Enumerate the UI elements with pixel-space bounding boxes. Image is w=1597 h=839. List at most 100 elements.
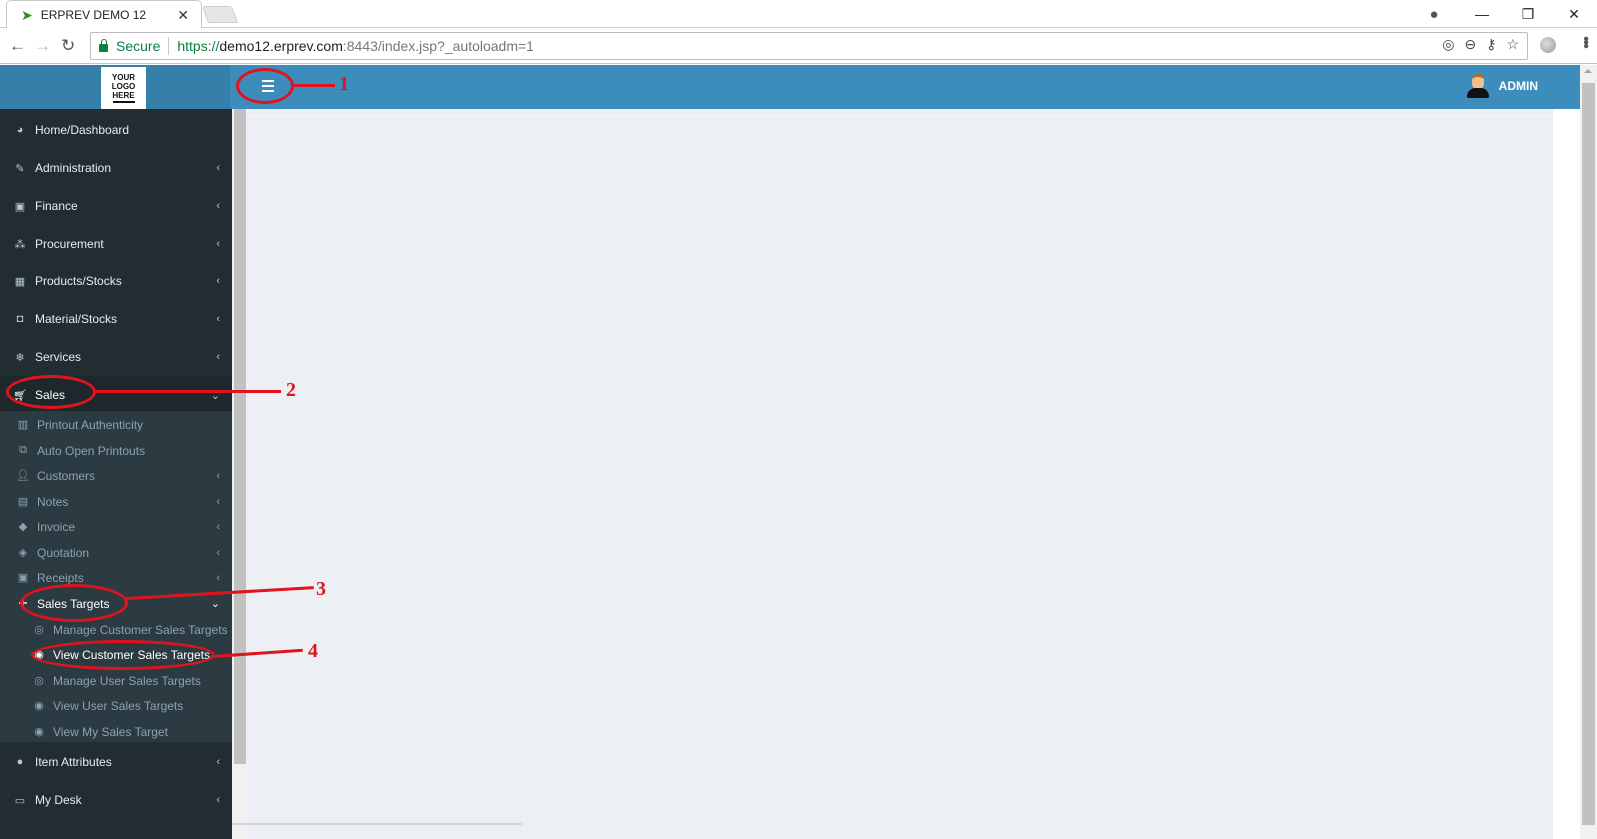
reload-button[interactable]: ↻ (61, 36, 75, 56)
sidebar-item-label: Procurement (35, 237, 104, 251)
sidebar-item-procurement[interactable]: ⁂ Procurement ‹ (0, 225, 232, 263)
sidebar-scrollbar[interactable] (232, 109, 248, 839)
restore-button[interactable]: ❐ (1505, 6, 1551, 23)
key-icon[interactable]: ⚷ (1486, 36, 1496, 53)
dashboard-icon: ◕ (16, 124, 24, 136)
submenu-item-receipts[interactable]: ▣ Receipts ‹ (0, 565, 232, 590)
money-icon: ▣ (14, 200, 26, 213)
file-text-icon: ▤ (17, 496, 29, 508)
chevron-left-icon: ‹ (216, 520, 220, 533)
top-navbar: YOUR LOGO HERE ADMIN (0, 65, 1580, 109)
submenu-item-label: Notes (37, 494, 69, 509)
close-tab-icon[interactable]: ✕ (177, 7, 189, 24)
sidebar-item-label: My Desk (35, 793, 82, 807)
sidebar-item-material-stocks[interactable]: ◘ Material/Stocks ‹ (0, 300, 232, 338)
submenu-item-view-customer-sales-targets[interactable]: ◉ View Customer Sales Targets (0, 642, 232, 667)
chevron-left-icon: ‹ (216, 546, 220, 559)
bucket-icon: ◘ (16, 313, 24, 325)
submenu-item-auto-open-printouts[interactable]: ⧉ Auto Open Printouts (0, 438, 232, 463)
chevron-left-icon: ‹ (216, 794, 220, 806)
sidebar-item-administration[interactable]: ✎ Administration ‹ (0, 149, 232, 187)
page-scrollbar[interactable] (1580, 65, 1597, 839)
zoom-out-icon[interactable]: ⊖ (1464, 36, 1476, 53)
sidebar-item-finance[interactable]: ▣ Finance ‹ (0, 187, 232, 225)
sidebar-item-sales[interactable]: 🛒︎ Sales ⌄ (0, 376, 232, 414)
location-icon[interactable]: ◎ (1442, 36, 1454, 53)
sidebar-item-home-dashboard[interactable]: ◕ Home/Dashboard (0, 111, 232, 149)
sidebar-item-services[interactable]: ❄ Services ‹ (0, 338, 232, 376)
chevron-left-icon: ‹ (216, 351, 220, 363)
logo-text-line: YOUR (111, 73, 136, 82)
chevron-left-icon: ‹ (216, 275, 220, 287)
submenu-item-manage-user-sales-targets[interactable]: ◎ Manage User Sales Targets (0, 668, 232, 693)
submenu-item-notes[interactable]: ▤ Notes ‹ (0, 489, 232, 514)
browser-menu-icon[interactable]: ••• (1576, 36, 1594, 47)
tag-icon: ◆ (18, 521, 28, 533)
submenu-item-view-my-sales-target[interactable]: ◉ View My Sales Target (0, 719, 232, 744)
chevron-left-icon: ‹ (216, 756, 220, 768)
dot-circle-icon: ◉ (34, 726, 44, 738)
minimize-button[interactable]: — (1459, 6, 1505, 22)
url-path: /index.jsp?_autoloadm=1 (377, 38, 534, 54)
profile-icon[interactable]: ● (1419, 6, 1449, 23)
submenu-item-quotation[interactable]: ◈ Quotation ‹ (0, 540, 232, 565)
sidebar-item-label: Administration (35, 161, 112, 175)
forward-button[interactable]: → (34, 36, 51, 56)
submenu-item-label: Quotation (37, 545, 90, 560)
barcode-icon: ▥ (17, 419, 29, 431)
sidebar: ◕ Home/Dashboard ✎ Administration ‹ ▣ Fi… (0, 109, 232, 839)
chevron-left-icon: ‹ (216, 495, 220, 508)
cart-icon: 🛒︎ (13, 389, 27, 402)
dot-circle-icon: ◉ (34, 700, 44, 712)
username: ADMIN (1498, 79, 1538, 93)
external-link-icon: ⧉ (19, 444, 27, 456)
chevron-left-icon: ‹ (216, 571, 220, 584)
dot-circle-icon: ◉ (34, 649, 44, 661)
submenu-item-view-user-sales-targets[interactable]: ◉ View User Sales Targets (0, 693, 232, 718)
sidebar-item-item-attributes[interactable]: ● Item Attributes ‹ (0, 743, 232, 781)
extension-icon[interactable] (1540, 37, 1556, 53)
logo-text-line: LOGO (111, 82, 136, 91)
sidebar-item-label: Finance (35, 199, 78, 213)
sidebar-item-label: Material/Stocks (35, 312, 118, 326)
page-scrollbar-thumb[interactable] (1582, 83, 1595, 825)
sidebar-item-products-stocks[interactable]: ▦ Products/Stocks ‹ (0, 262, 232, 300)
url-port: :8443 (342, 38, 378, 54)
submenu-item-manage-customer-sales-targets[interactable]: ◎ Manage Customer Sales Targets (0, 617, 232, 642)
logo-underline (112, 101, 135, 103)
logo[interactable]: YOUR LOGO HERE (101, 67, 146, 109)
submenu-item-customers[interactable]: 👤︎ Customers ‹ (0, 463, 232, 488)
sidebar-item-my-desk[interactable]: ▭ My Desk ‹ (0, 781, 232, 819)
new-tab-button[interactable] (201, 6, 239, 23)
sidebar-scrollbar-thumb[interactable] (234, 109, 246, 764)
submenu-item-label: Sales Targets (37, 596, 110, 611)
submenu-item-label: Auto Open Printouts (37, 443, 146, 458)
logo-area: YOUR LOGO HERE (0, 65, 230, 109)
lock-icon (99, 39, 108, 52)
secure-label: Secure (116, 38, 161, 54)
close-window-button[interactable]: ✕ (1551, 6, 1597, 23)
logo-text-line: HERE (112, 91, 135, 100)
back-button[interactable]: ← (9, 36, 26, 56)
app: YOUR LOGO HERE ADMIN ◕ Home/Dashboard ✎ … (0, 65, 1580, 839)
user-icon: 👤︎ (16, 470, 30, 482)
sidebar-item-label: Item Attributes (35, 755, 112, 769)
scroll-up-arrow-icon[interactable] (1584, 69, 1592, 73)
desktop-icon: ▭ (14, 794, 26, 807)
submenu-item-label: View Customer Sales Targets (53, 647, 210, 662)
browser-tab[interactable]: ➤ ERPREV DEMO 12 ✕ (6, 0, 202, 29)
sidebar-toggle-hamburger-icon[interactable] (262, 80, 274, 92)
submenu-item-label: Receipts (37, 570, 84, 585)
submenu-item-printout-authenticity[interactable]: ▥ Printout Authenticity (0, 412, 232, 437)
bookmark-star-icon[interactable]: ☆ (1506, 36, 1519, 53)
horizontal-scrollbar[interactable] (232, 823, 522, 825)
content-divider (248, 116, 1553, 117)
address-bar: ← → ↻ Secure https:// demo12.erprev.com … (0, 28, 1597, 64)
submenu-item-sales-targets[interactable]: ✛ Sales Targets ⌄ (0, 591, 232, 616)
url-input[interactable]: Secure https:// demo12.erprev.com :8443 … (90, 32, 1528, 60)
browser-tab-bar: ➤ ERPREV DEMO 12 ✕ ● — ❐ ✕ (0, 0, 1597, 29)
submenu-item-invoice[interactable]: ◆ Invoice ‹ (0, 514, 232, 539)
bullseye-icon: ◎ (34, 624, 44, 636)
user-menu[interactable]: ADMIN (1466, 74, 1538, 98)
crosshairs-icon: ✛ (18, 598, 28, 610)
